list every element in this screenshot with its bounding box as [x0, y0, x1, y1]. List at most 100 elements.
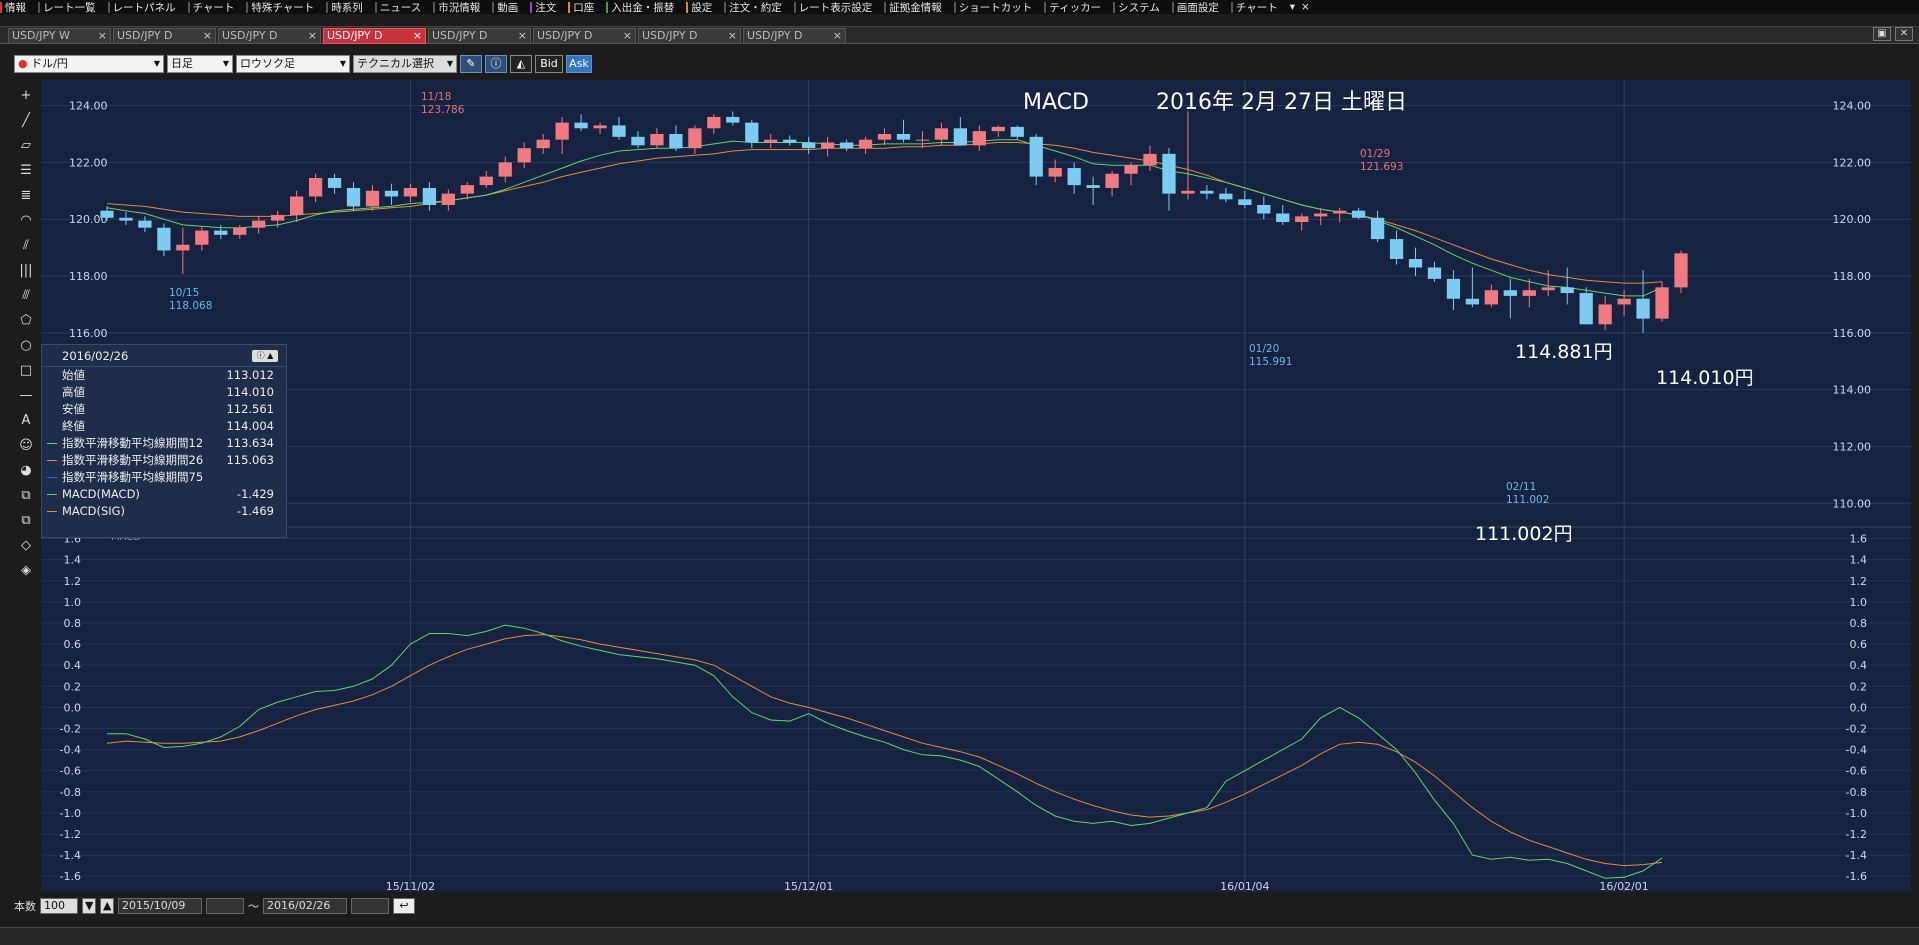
candle-body [953, 128, 968, 146]
tab-close-icon[interactable]: × [308, 29, 317, 43]
bid-button[interactable]: Bid [535, 55, 563, 73]
marker-price-label: 115.991 [1249, 356, 1292, 368]
info-button[interactable]: ⓘ [485, 55, 507, 73]
chart-tab-label: USD/JPY D [222, 29, 278, 42]
pitchfork-icon[interactable]: ⫻ [15, 285, 37, 307]
candle-body [726, 116, 740, 123]
color-icon[interactable]: ◕ [15, 460, 37, 482]
menu-item[interactable]: システム [1113, 0, 1160, 14]
menu-item[interactable]: ニュース [374, 0, 421, 14]
menu-item[interactable]: 設定 [686, 0, 712, 14]
arc-icon[interactable]: ◠ [15, 210, 37, 232]
info-panel-toggle-icon[interactable]: ⓘ ▲ [252, 350, 278, 362]
rectangle-icon[interactable]: □ [15, 360, 37, 382]
tab-close-icon[interactable]: × [98, 29, 107, 43]
end-date-field[interactable]: 2016/02/26 [263, 898, 347, 914]
pentagon-icon[interactable]: ⬠ [15, 310, 37, 332]
menu-item[interactable]: レート一覧 [38, 0, 96, 14]
menu-item[interactable]: 証拠金情報 [884, 0, 942, 14]
ask-button[interactable]: Ask [566, 55, 592, 73]
candle-body [1446, 278, 1461, 299]
tab-close-icon[interactable]: × [518, 29, 527, 43]
chevron-down-icon: ▼ [153, 59, 160, 68]
info-row-value: 114.010 [226, 385, 274, 399]
macd-tick-label-right: 0.2 [1850, 680, 1868, 693]
menu-item[interactable]: 画面設定 [1171, 0, 1219, 14]
candle-body [214, 230, 228, 235]
tab-close-icon[interactable]: × [623, 29, 632, 43]
price-tick-label-left: 118.00 [69, 270, 108, 283]
paste-icon[interactable]: ⧉ [15, 510, 37, 532]
macd-tick-label-right: 1.0 [1850, 596, 1868, 609]
pen-tool-button[interactable]: ✎ [460, 55, 482, 73]
multi-lines-icon[interactable]: ≣ [15, 185, 37, 207]
technical-select[interactable]: テクニカル選択 ▼ [353, 55, 457, 73]
horizontal-lines-icon[interactable]: ☰ [15, 160, 37, 182]
line-icon[interactable]: ╱ [15, 110, 37, 132]
chart-type-select[interactable]: ロウソク足 ▼ [236, 55, 350, 73]
currency-select[interactable]: ● ドル/円 ▼ [14, 55, 164, 73]
chart-tab[interactable]: USD/JPY D × [533, 28, 636, 44]
menu-item[interactable]: 注文・約定 [724, 0, 782, 14]
period-select[interactable]: 日足 ▼ [167, 55, 233, 73]
menu-item[interactable]: 入出金・振替 [606, 0, 674, 14]
tab-close-icon[interactable]: × [833, 29, 842, 43]
menu-item[interactable]: 動画 [492, 0, 518, 14]
text-icon[interactable]: A [15, 410, 37, 432]
start-time-field[interactable] [206, 898, 244, 914]
macd-tick-label-left: 1.0 [64, 596, 82, 609]
candle-body [1181, 190, 1195, 194]
chart-tab[interactable]: USD/JPY D × [743, 28, 846, 44]
menu-close-icon[interactable]: × [1301, 1, 1310, 13]
menu-item[interactable]: チャート [187, 0, 234, 14]
reset-range-icon[interactable]: ↩ [393, 898, 415, 914]
chart-tab-label: USD/JPY D [117, 29, 173, 42]
eraser-icon[interactable]: ◇ [15, 535, 37, 557]
fan-icon[interactable]: ⫽ [15, 235, 37, 257]
crosshair-icon[interactable]: + [15, 85, 37, 107]
price-annotation: 114.881円 [1515, 341, 1613, 363]
menu-overflow-icon[interactable]: ▾ [1290, 1, 1295, 13]
chart-tab[interactable]: USD/JPY D × [428, 28, 531, 44]
count-down-icon[interactable]: ▼ [82, 898, 96, 914]
chart-tab[interactable]: USD/JPY D × [323, 28, 426, 44]
tab-close-icon[interactable]: × [203, 29, 212, 43]
hline-icon[interactable]: — [15, 385, 37, 407]
menu-item[interactable]: 市況情報 [433, 0, 480, 14]
menu-item[interactable]: 時系列 [326, 0, 363, 14]
chart-tab[interactable]: USD/JPY D × [218, 28, 321, 44]
circle-icon[interactable]: ○ [15, 335, 37, 357]
price-tick-label-right: 112.00 [1833, 440, 1872, 453]
count-up-icon[interactable]: ▲ [100, 898, 114, 914]
ruler-icon[interactable]: ▱ [15, 135, 37, 157]
chart-tab[interactable]: USD/JPY D × [638, 28, 741, 44]
icon-stamp-icon[interactable]: ☺ [15, 435, 37, 457]
menu-item[interactable]: 情報 [0, 0, 26, 14]
chart-area[interactable]: 124.00 124.00122.00 122.00120.00 120.00118.… [41, 80, 1911, 892]
candle-body [593, 125, 607, 129]
menu-item[interactable]: レート表示設定 [793, 0, 872, 14]
menu-item[interactable]: 注文 [530, 0, 556, 14]
menu-item[interactable]: 特殊チャート [246, 0, 314, 14]
candle-body [612, 125, 626, 137]
info-row-label: 始値 [62, 368, 85, 382]
menu-item[interactable]: ティッカー [1044, 0, 1101, 14]
count-input[interactable]: 100 [40, 898, 78, 914]
restore-window-icon[interactable]: ▣ [1873, 27, 1891, 41]
copy-icon[interactable]: ⧉ [15, 485, 37, 507]
start-date-field[interactable]: 2015/10/09 [118, 898, 202, 914]
menu-item[interactable]: チャート [1230, 0, 1278, 14]
area-chart-button[interactable]: ◭ [510, 55, 532, 73]
close-window-icon[interactable]: ✕ [1895, 27, 1913, 41]
tab-close-icon[interactable]: × [413, 29, 422, 43]
menu-item[interactable]: 口座 [568, 0, 594, 14]
info-row-value: 112.561 [226, 402, 274, 416]
chart-tab[interactable]: USD/JPY W × [8, 28, 111, 44]
tab-close-icon[interactable]: × [728, 29, 737, 43]
vertical-lines-icon[interactable]: ||| [15, 260, 37, 282]
end-time-field[interactable] [351, 898, 389, 914]
chart-tab[interactable]: USD/JPY D × [113, 28, 216, 44]
menu-item[interactable]: レートパネル [107, 0, 176, 14]
menu-item[interactable]: ショートカット [953, 0, 1032, 14]
eraser-all-icon[interactable]: ◈ [15, 560, 37, 582]
